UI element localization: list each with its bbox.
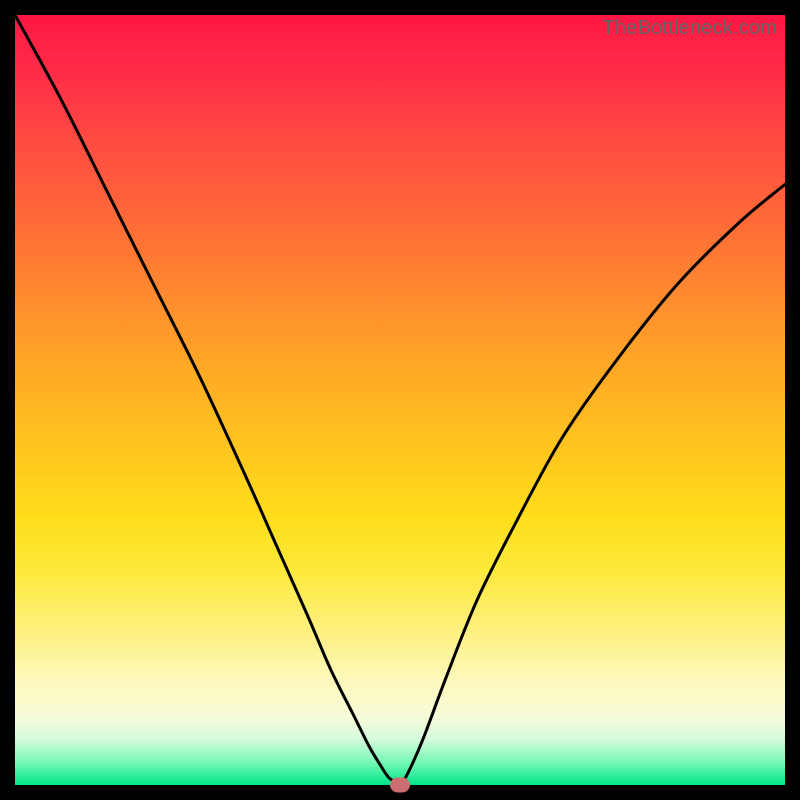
optimum-marker xyxy=(390,778,410,793)
gradient-plot-area: TheBottleneck.com xyxy=(15,15,785,785)
bottleneck-curve xyxy=(15,15,785,785)
watermark-text: TheBottleneck.com xyxy=(602,17,777,40)
